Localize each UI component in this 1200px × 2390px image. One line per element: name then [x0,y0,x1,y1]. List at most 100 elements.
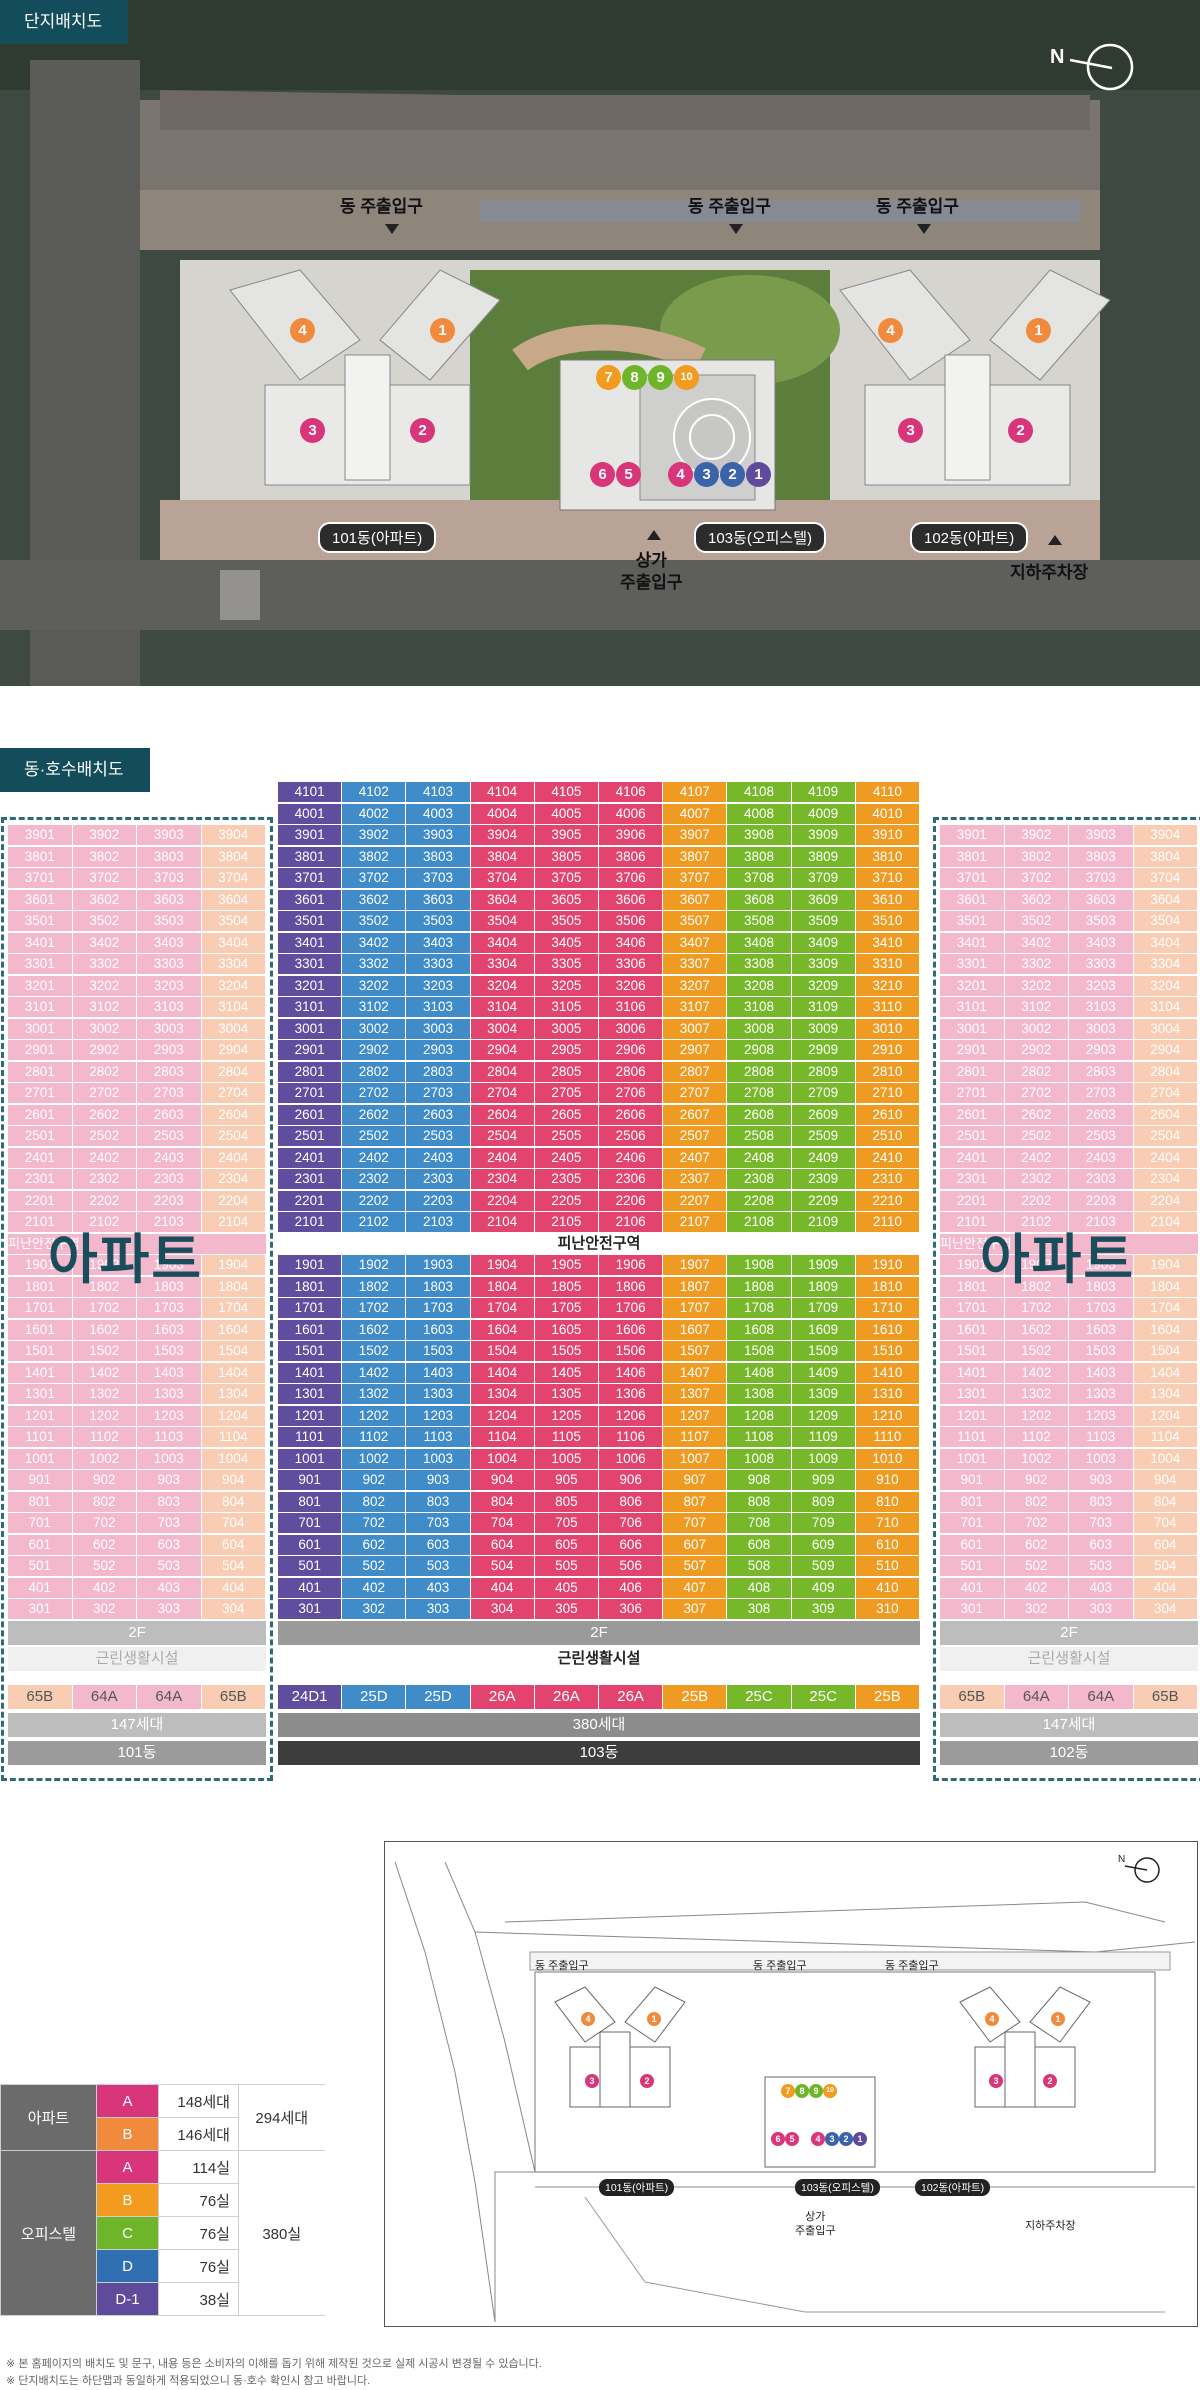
unit-103-2903: 2903 [406,1040,470,1060]
unit-103-3108: 3108 [727,997,791,1017]
unit-103-3106: 3106 [599,997,663,1017]
unit-b101-802: 802 [72,1491,136,1512]
unit-b101-3804: 3804 [201,846,265,867]
unit-103-1508: 1508 [727,1341,791,1361]
unit-103-602: 602 [342,1534,406,1555]
count-type: B [96,2183,159,2217]
unit-103-3609: 3609 [791,889,855,910]
unit-b101-1703: 1703 [137,1298,201,1318]
unit-badge-2: 2 [410,418,435,443]
unit-b102-2601: 2601 [940,1104,1004,1125]
unit-103-3401: 3401 [278,932,342,953]
unit-b102-1204: 1204 [1133,1405,1197,1426]
unit-103-4007: 4007 [663,803,727,824]
unit-103-1903: 1903 [406,1255,470,1275]
unit-103-1407: 1407 [663,1362,727,1383]
unit-103-2403: 2403 [406,1147,470,1168]
unit-b102-1303: 1303 [1069,1384,1133,1404]
unit-b102-901: 901 [940,1470,1004,1490]
unit-103-3307: 3307 [663,954,727,974]
unit-103-2505: 2505 [534,1126,598,1146]
unit-b102-704: 704 [1133,1513,1197,1533]
unit-b102-503: 503 [1069,1556,1133,1576]
unit-103-1503: 1503 [406,1341,470,1361]
parking-label: 지하주차장 [1010,563,1089,582]
unit-b102-1503: 1503 [1069,1341,1133,1361]
unit-103-1803: 1803 [406,1276,470,1297]
unit-103-3607: 3607 [663,889,727,910]
unit-103-903: 903 [406,1470,470,1490]
unit-103-3202: 3202 [342,975,406,996]
unit-badge-5: 5 [616,462,641,487]
households-b102: 147세대 [940,1712,1198,1737]
unit-b102-1604: 1604 [1133,1319,1197,1340]
unit-b101-2801: 2801 [8,1061,72,1082]
unit-b102-2704: 2704 [1133,1083,1197,1103]
unit-b101-803: 803 [137,1491,201,1512]
unit-103-1108: 1108 [727,1427,791,1447]
unit-b102-3502: 3502 [1004,911,1068,931]
unit-b102-3104: 3104 [1133,997,1197,1017]
unit-103-3110: 3110 [855,997,919,1017]
unit-103-2206: 2206 [599,1190,663,1211]
note-1: ※ 본 홈페이지의 배치도 및 문구, 내용 등은 소비자의 이해를 돕기 위해… [6,2358,542,2370]
unit-b102-802: 802 [1004,1491,1068,1512]
site-plan-tag: 단지배치도 [0,0,129,44]
unit-b101-2603: 2603 [137,1104,201,1125]
unit-b102-303: 303 [1069,1599,1133,1619]
unit-badge-4: 4 [668,462,693,487]
unit-103-2707: 2707 [663,1083,727,1103]
unit-103-2107: 2107 [663,1212,727,1232]
unit-103-3004: 3004 [470,1018,534,1039]
note-2: ※ 단지배치도는 하단맵과 동일하게 적용되었으니 동·호수 확인시 참고 바랍… [6,2375,371,2387]
unit-103-3403: 3403 [406,932,470,953]
unit-b102-1304: 1304 [1133,1384,1197,1404]
unit-103-2304: 2304 [470,1169,534,1189]
unit-b101-703: 703 [137,1513,201,1533]
unit-b102-1002: 1002 [1004,1448,1068,1469]
unit-b102-701: 701 [940,1513,1004,1533]
unit-103-1104: 1104 [470,1427,534,1447]
unit-b102-604: 604 [1133,1534,1197,1555]
unit-103-3910: 3910 [855,825,919,845]
unit-b101-2202: 2202 [72,1190,136,1211]
unit-b101-3403: 3403 [137,932,201,953]
unit-103-2806: 2806 [599,1061,663,1082]
unit-b102-1404: 1404 [1133,1362,1197,1383]
unit-103-1710: 1710 [855,1298,919,1318]
unit-103-306: 306 [599,1599,663,1619]
unit-b102-2501: 2501 [940,1126,1004,1146]
unit-103-3603: 3603 [406,889,470,910]
unit-103-1106: 1106 [599,1427,663,1447]
unit-103-2510: 2510 [855,1126,919,1146]
unit-103-1704: 1704 [470,1298,534,1318]
unit-b102-2403: 2403 [1069,1147,1133,1168]
unit-b101-2704: 2704 [201,1083,265,1103]
unit-103-2910: 2910 [855,1040,919,1060]
unit-103-3204: 3204 [470,975,534,996]
unit-b101-1301: 1301 [8,1384,72,1404]
type-103-1: 25D [342,1684,406,1709]
unit-103-3704: 3704 [470,868,534,888]
unit-badge-6: 6 [590,462,615,487]
unit-b101-1602: 1602 [72,1319,136,1340]
unit-103-310: 310 [855,1599,919,1619]
unit-103-3904: 3904 [470,825,534,845]
unit-103-410: 410 [855,1577,919,1598]
unit-b102-1401: 1401 [940,1362,1004,1383]
floor-2f-b102: 2F [940,1620,1198,1645]
unit-b102-3402: 3402 [1004,932,1068,953]
unit-b101-2401: 2401 [8,1147,72,1168]
unit-103-1707: 1707 [663,1298,727,1318]
unit-103-2905: 2905 [534,1040,598,1060]
unit-b102-3401: 3401 [940,932,1004,953]
count-type: A [96,2084,159,2118]
unit-103-307: 307 [663,1599,727,1619]
unit-b102-3804: 3804 [1133,846,1197,867]
unit-b102-3202: 3202 [1004,975,1068,996]
unit-b101-1504: 1504 [201,1341,265,1361]
entrance-arrow-icon [917,224,931,234]
unit-b102-3301: 3301 [940,954,1004,974]
unit-103-1408: 1408 [727,1362,791,1383]
unit-103-3103: 3103 [406,997,470,1017]
